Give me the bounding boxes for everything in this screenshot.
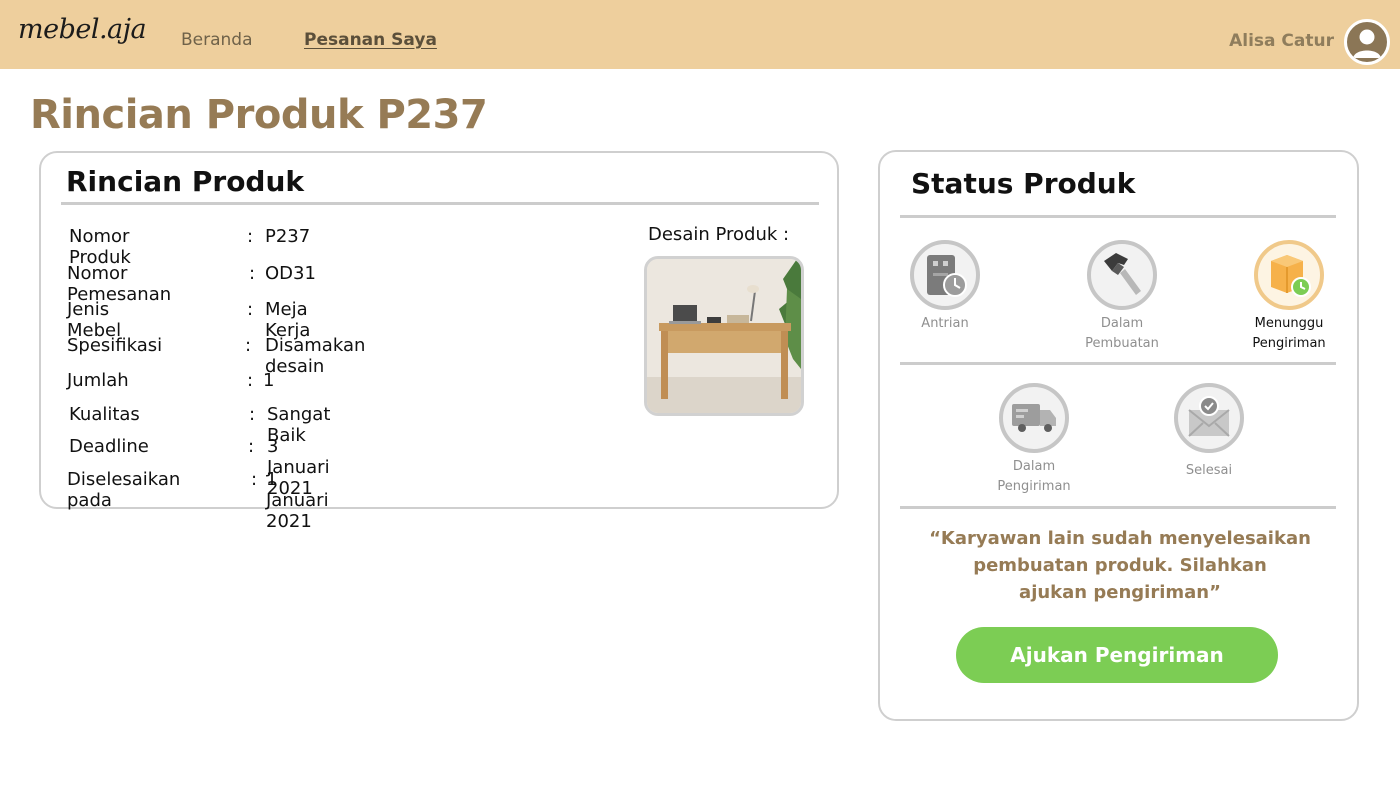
detail-separator: : xyxy=(251,469,258,490)
logo[interactable]: mebel.aja xyxy=(18,14,147,45)
step-label: Dalam Pengiriman xyxy=(959,457,1109,497)
detail-value: OD31 xyxy=(265,263,316,284)
step-label-line: Pembuatan xyxy=(1085,336,1159,351)
status-card-title: Status Produk xyxy=(911,167,1136,200)
truck-icon xyxy=(999,383,1069,453)
step-label: Menunggu Pengiriman xyxy=(1214,314,1364,354)
detail-label: Diselesaikan pada xyxy=(67,469,181,511)
detail-card-title: Rincian Produk xyxy=(66,165,305,198)
detail-label: Nomor Produk xyxy=(69,226,131,268)
product-design-image[interactable] xyxy=(644,256,804,416)
status-message-line: pembuatan produk. Silahkan xyxy=(973,555,1267,576)
top-navbar: mebel.aja Beranda Pesanan Saya Alisa Cat… xyxy=(0,0,1400,69)
detail-separator: : xyxy=(249,263,256,284)
status-step-dalam-pembuatan: Dalam Pembuatan xyxy=(1047,240,1197,354)
step-label: Dalam Pembuatan xyxy=(1047,314,1197,354)
divider xyxy=(900,362,1336,365)
detail-value: 1 xyxy=(263,370,275,391)
envelope-check-icon xyxy=(1174,383,1244,453)
step-label-line: Pengiriman xyxy=(1252,336,1326,351)
divider xyxy=(900,506,1336,509)
detail-separator: : xyxy=(247,226,254,247)
detail-value: Disamakan desain xyxy=(265,335,366,377)
detail-value: P237 xyxy=(265,226,311,247)
status-message-line: “Karyawan lain sudah menyelesaikan xyxy=(929,528,1311,549)
detail-separator: : xyxy=(248,436,255,457)
status-step-selesai: Selesai xyxy=(1134,383,1284,481)
step-label-line: Dalam xyxy=(1012,459,1056,474)
step-label-line: Pengiriman xyxy=(997,479,1071,494)
status-message-line: ajukan pengiriman” xyxy=(1019,582,1221,603)
package-wait-icon xyxy=(1254,240,1324,310)
nav-pesanan-saya[interactable]: Pesanan Saya xyxy=(304,30,437,50)
step-label-line: Dalam xyxy=(1100,316,1144,331)
status-step-menunggu-pengiriman: Menunggu Pengiriman xyxy=(1214,240,1364,354)
step-label: Antrian xyxy=(921,316,969,331)
page-title: Rincian Produk P237 xyxy=(30,92,488,138)
detail-label: Spesifikasi xyxy=(67,335,163,356)
design-label: Desain Produk : xyxy=(648,224,790,245)
product-status-card: Status Produk Antrian Dalam Pembuatan Me… xyxy=(878,150,1359,721)
detail-label: Deadline xyxy=(69,436,149,457)
detail-value: 1 Januari 2021 xyxy=(266,469,329,532)
detail-separator: : xyxy=(247,370,254,391)
detail-label: Jumlah xyxy=(67,370,129,391)
user-name[interactable]: Alisa Catur xyxy=(1229,31,1334,51)
hammer-icon xyxy=(1087,240,1157,310)
status-step-dalam-pengiriman: Dalam Pengiriman xyxy=(959,383,1109,497)
status-message: “Karyawan lain sudah menyelesaikan pembu… xyxy=(920,525,1320,606)
step-label: Selesai xyxy=(1185,463,1233,478)
queue-icon xyxy=(910,240,980,310)
divider xyxy=(900,215,1336,218)
detail-label: Kualitas xyxy=(69,404,140,425)
product-detail-card: Rincian Produk Nomor Produk : P237 Nomor… xyxy=(39,151,839,532)
avatar-icon[interactable] xyxy=(1344,19,1390,65)
detail-separator: : xyxy=(247,299,254,320)
step-label-line: Menunggu xyxy=(1254,316,1324,331)
divider xyxy=(61,202,819,205)
ajukan-pengiriman-button[interactable]: Ajukan Pengiriman xyxy=(956,627,1278,683)
detail-separator: : xyxy=(245,335,252,356)
detail-separator: : xyxy=(249,404,256,425)
status-step-antrian: Antrian xyxy=(870,240,1020,334)
nav-beranda[interactable]: Beranda xyxy=(181,30,253,50)
